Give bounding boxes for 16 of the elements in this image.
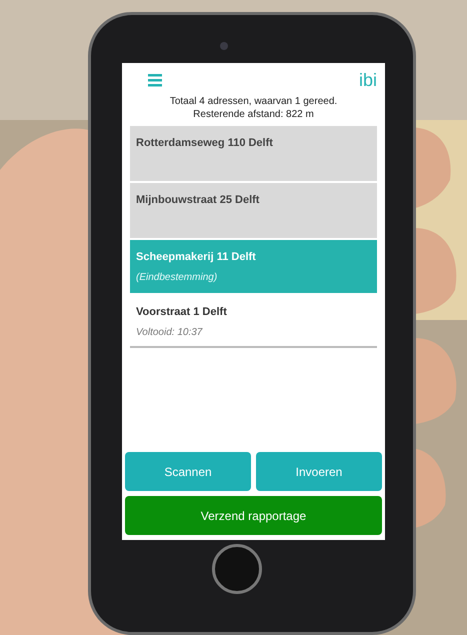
action-button[interactable]: Invoeren (256, 452, 382, 491)
app-logo: ibi (358, 71, 377, 89)
address-text: Mijnbouwstraat 25 Delft (136, 194, 260, 207)
address-row[interactable]: Rotterdamseweg 110 Delft (130, 126, 377, 181)
address-text: Voorstraat 1 Delft (136, 306, 228, 319)
address-note: Voltooid: 10:37 (136, 327, 204, 339)
send-report-button[interactable]: Verzend rapportage (125, 496, 382, 535)
action-button[interactable]: Scannen (125, 452, 251, 491)
address-row[interactable]: Mijnbouwstraat 25 Delft (130, 183, 377, 238)
menu-icon[interactable] (148, 73, 162, 87)
summary-text: Totaal 4 adressen, waarvan 1 gereed. (170, 95, 338, 108)
address-text: Scheepmakerij 11 Delft (136, 251, 257, 264)
summary-text: Resterende afstand: 822 m (193, 108, 314, 121)
address-row[interactable]: Scheepmakerij 11 Delft (Eindbestemming) (130, 240, 377, 293)
address-note: (Eindbestemming) (136, 272, 218, 284)
address-text: Rotterdamseweg 110 Delft (136, 137, 274, 150)
